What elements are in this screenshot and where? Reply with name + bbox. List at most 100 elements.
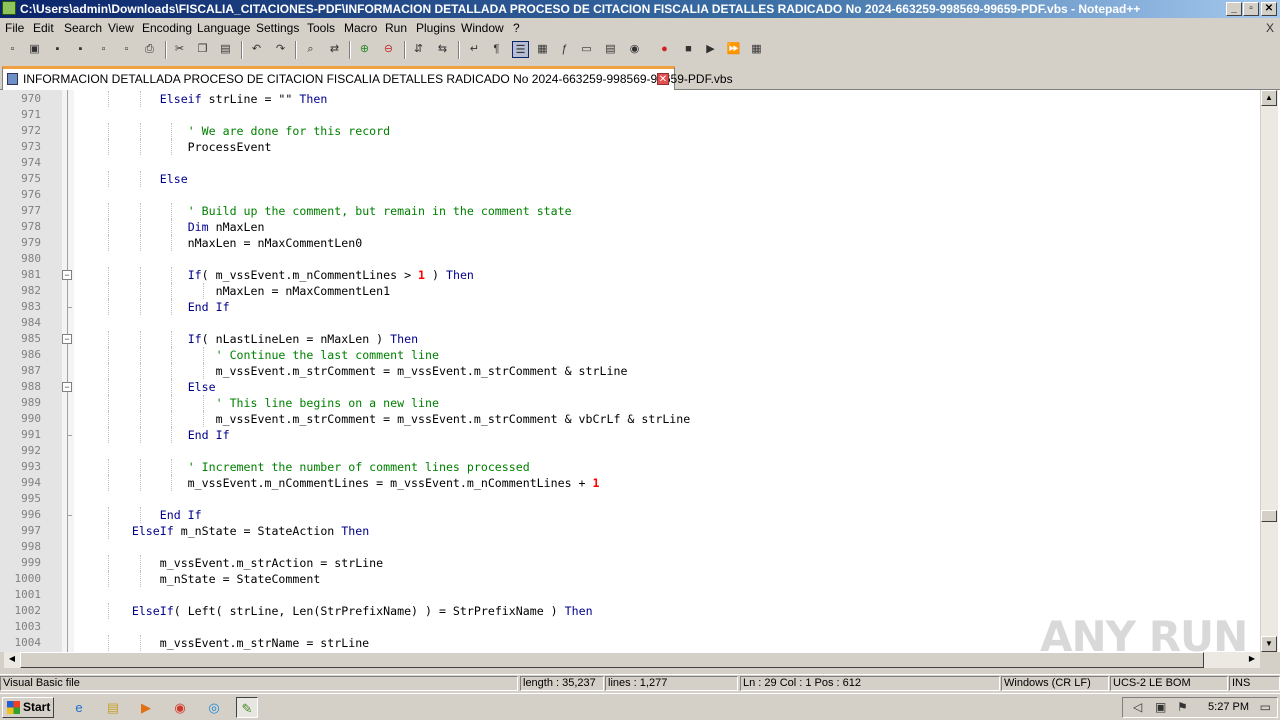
menu-language[interactable]: Language (197, 21, 250, 35)
minimize-button[interactable]: _ (1226, 2, 1242, 16)
code-line[interactable]: 976 (0, 187, 1260, 203)
menu-file[interactable]: File (5, 21, 24, 35)
code-line[interactable]: 978 Dim nMaxLen (0, 219, 1260, 235)
code-line[interactable]: 998 (0, 539, 1260, 555)
code-line[interactable]: 977 ' Build up the comment, but remain i… (0, 203, 1260, 219)
chrome-icon[interactable]: ◉ (169, 697, 191, 718)
menu-plugins[interactable]: Plugins (416, 21, 455, 35)
menu-search[interactable]: Search (64, 21, 102, 35)
code-line[interactable]: 983 End If (0, 299, 1260, 315)
stop-macro-icon[interactable]: ■ (680, 41, 697, 58)
scroll-left-icon[interactable]: ◀ (4, 652, 20, 668)
play-macro-icon[interactable]: ▶ (702, 41, 719, 58)
monitoring-icon[interactable]: ◉ (626, 41, 643, 58)
show-desktop-icon[interactable]: ▭ (1260, 700, 1271, 714)
show-all-chars-icon[interactable]: ¶ (488, 41, 505, 58)
fold-toggle-icon[interactable]: − (62, 270, 72, 280)
document-tab[interactable]: INFORMACION DETALLADA PROCESO DE CITACIO… (2, 66, 733, 90)
code-line[interactable]: 974 (0, 155, 1260, 171)
sync-vertical-icon[interactable]: ⇵ (410, 41, 427, 58)
code-line[interactable]: 990 m_vssEvent.m_strComment = m_vssEvent… (0, 411, 1260, 427)
code-line[interactable]: 985 − If( nLastLineLen = nMaxLen ) Then (0, 331, 1260, 347)
menu-window[interactable]: Window (461, 21, 504, 35)
code-line[interactable]: 973 ProcessEvent (0, 139, 1260, 155)
code-line[interactable]: 996 End If (0, 507, 1260, 523)
media-player-icon[interactable]: ▶ (135, 697, 157, 718)
close-window-button[interactable]: ✕ (1261, 2, 1277, 16)
close-all-icon[interactable]: ▫ (118, 41, 135, 58)
replace-icon[interactable]: ⇄ (326, 41, 343, 58)
menu-macro[interactable]: Macro (344, 21, 377, 35)
vertical-scrollbar[interactable]: ▲ ▼ (1260, 90, 1278, 652)
cut-icon[interactable]: ✂ (171, 41, 188, 58)
code-line[interactable]: 1001 (0, 587, 1260, 603)
code-line[interactable]: 1000 m_nState = StateComment (0, 571, 1260, 587)
ie-icon[interactable]: e (68, 697, 90, 718)
redo-icon[interactable]: ↷ (272, 41, 289, 58)
code-line[interactable]: 975 Else (0, 171, 1260, 187)
menu-view[interactable]: View (108, 21, 134, 35)
code-line[interactable]: 987 m_vssEvent.m_strComment = m_vssEvent… (0, 363, 1260, 379)
menu-settings[interactable]: Settings (256, 21, 299, 35)
menu-encoding[interactable]: Encoding (142, 21, 192, 35)
start-button[interactable]: Start (2, 697, 54, 718)
volume-icon[interactable]: ◁ (1133, 700, 1142, 714)
save-all-icon[interactable]: ▪ (72, 41, 89, 58)
code-line[interactable]: 981 − If( m_vssEvent.m_nCommentLines > 1 … (0, 267, 1260, 283)
code-line[interactable]: 995 (0, 491, 1260, 507)
folder-workspace-icon[interactable]: ▭ (578, 41, 595, 58)
find-icon[interactable]: ⌕ (302, 41, 319, 58)
save-macro-icon[interactable]: ▦ (748, 41, 765, 58)
scroll-down-icon[interactable]: ▼ (1261, 636, 1277, 652)
code-line[interactable]: 992 (0, 443, 1260, 459)
code-editor[interactable]: 970 Elseif strLine = "" Then 971 972 ' We … (0, 90, 1280, 652)
edge-icon[interactable]: ◎ (203, 697, 225, 718)
sync-horizontal-icon[interactable]: ⇆ (434, 41, 451, 58)
save-icon[interactable]: ▪ (49, 41, 66, 58)
word-wrap-icon[interactable]: ↵ (466, 41, 483, 58)
code-line[interactable]: 991 End If (0, 427, 1260, 443)
fold-toggle-icon[interactable]: − (62, 382, 72, 392)
flag-icon[interactable]: ⚑ (1177, 700, 1188, 714)
close-icon[interactable]: ▫ (95, 41, 112, 58)
doc-map-icon[interactable]: ▦ (534, 41, 551, 58)
code-line[interactable]: 980 (0, 251, 1260, 267)
vertical-scroll-thumb[interactable] (1261, 510, 1277, 522)
code-line[interactable]: 982 nMaxLen = nMaxCommentLen1 (0, 283, 1260, 299)
tab-close-icon[interactable]: ✕ (657, 73, 669, 85)
new-file-icon[interactable]: ▫ (4, 41, 21, 58)
paste-icon[interactable]: ▤ (217, 41, 234, 58)
close-document-button[interactable]: X (1266, 21, 1274, 35)
notepadpp-icon[interactable]: ✎ (236, 697, 258, 718)
horizontal-scroll-thumb[interactable] (20, 652, 1204, 668)
code-line[interactable]: 971 (0, 107, 1260, 123)
menu-run[interactable]: Run (385, 21, 407, 35)
undo-icon[interactable]: ↶ (248, 41, 265, 58)
code-line[interactable]: 999 m_vssEvent.m_strAction = strLine (0, 555, 1260, 571)
code-line[interactable]: 979 nMaxLen = nMaxCommentLen0 (0, 235, 1260, 251)
indent-guide-icon[interactable]: ☰ (512, 41, 529, 58)
restore-button[interactable]: ▫ (1243, 2, 1259, 16)
run-macro-multiple-icon[interactable]: ⏩ (725, 41, 742, 58)
code-line[interactable]: 994 m_vssEvent.m_nCommentLines = m_vssEv… (0, 475, 1260, 491)
document-list-icon[interactable]: ▤ (602, 41, 619, 58)
code-line[interactable]: 993 ' Increment the number of comment li… (0, 459, 1260, 475)
copy-icon[interactable]: ❐ (194, 41, 211, 58)
explorer-icon[interactable]: ▤ (102, 697, 124, 718)
print-icon[interactable]: ⎙ (141, 41, 158, 58)
zoom-out-icon[interactable]: ⊖ (380, 41, 397, 58)
open-file-icon[interactable]: ▣ (26, 41, 43, 58)
record-macro-icon[interactable]: ● (656, 41, 673, 58)
network-icon[interactable]: ▣ (1155, 700, 1166, 714)
menu-edit[interactable]: Edit (33, 21, 54, 35)
function-list-icon[interactable]: ƒ (556, 41, 573, 58)
code-line[interactable]: 970 Elseif strLine = "" Then (0, 91, 1260, 107)
scroll-up-icon[interactable]: ▲ (1261, 90, 1277, 106)
code-line[interactable]: 988 − Else (0, 379, 1260, 395)
code-line[interactable]: 972 ' We are done for this record (0, 123, 1260, 139)
code-line[interactable]: 989 ' This line begins on a new line (0, 395, 1260, 411)
code-line[interactable]: 997 ElseIf m_nState = StateAction Then (0, 523, 1260, 539)
fold-toggle-icon[interactable]: − (62, 334, 72, 344)
zoom-in-icon[interactable]: ⊕ (356, 41, 373, 58)
code-line[interactable]: 986 ' Continue the last comment line (0, 347, 1260, 363)
